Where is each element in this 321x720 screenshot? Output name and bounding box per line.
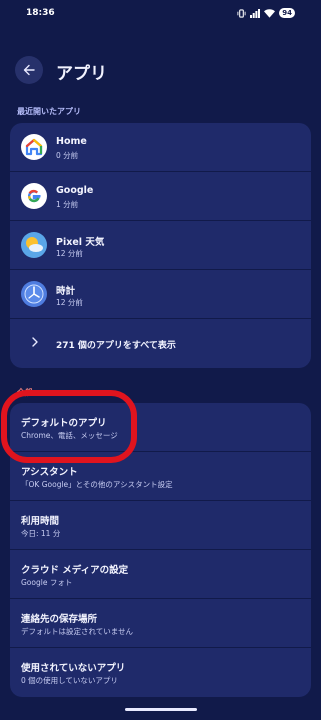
recent-app-item-weather[interactable]: Pixel 天気 12 分前 [10,221,311,270]
status-icons: 94 [237,8,295,18]
weather-icon [21,232,47,258]
app-name: Home [56,136,87,147]
recent-app-item-clock[interactable]: 時計 12 分前 [10,270,311,319]
general-settings-card: デフォルトのアプリ Chrome、電話、メッセージ アシスタント 「OK Goo… [10,403,311,697]
clock-icon [21,281,47,307]
contacts-storage-item[interactable]: 連絡先の保存場所 デフォルトは設定されていません [10,599,311,648]
status-bar: 18:36 94 [0,0,321,48]
recent-apps-card: Home 0 分前 Google 1 分前 Pixel 天気 12 分前 時計 … [10,123,311,368]
battery-indicator: 94 [279,8,295,18]
recent-app-item-home[interactable]: Home 0 分前 [10,123,311,172]
app-name: Google [56,185,94,196]
cloud-media-item[interactable]: クラウド メディアの設定 Google フォト [10,550,311,599]
show-all-apps-label: 271 個のアプリをすべて表示 [56,341,176,351]
gesture-nav-handle[interactable] [125,708,197,711]
page-title: アプリ [56,64,107,84]
app-name: Pixel 天気 [56,237,105,248]
app-last-used: 0 分前 [56,151,79,160]
recent-app-item-google[interactable]: Google 1 分前 [10,172,311,221]
show-all-apps-button[interactable]: 271 個のアプリをすべて表示 [10,319,311,368]
setting-subtitle: Chrome、電話、メッセージ [21,431,118,440]
setting-subtitle: 「OK Google」とその他のアシスタント設定 [21,480,173,489]
setting-title: デフォルトのアプリ [21,418,107,429]
google-home-icon [21,134,47,160]
app-last-used: 1 分前 [56,200,79,209]
setting-subtitle: Google フォト [21,578,73,587]
app-last-used: 12 分前 [56,298,83,307]
google-g-icon [21,183,47,209]
recent-apps-label: 最近開いたアプリ [17,107,81,116]
setting-title: クラウド メディアの設定 [21,565,129,576]
app-name: 時計 [56,286,76,297]
setting-title: 使用されていないアプリ [21,663,126,674]
wifi-icon [264,8,276,18]
arrow-back-icon [23,64,35,76]
setting-subtitle: デフォルトは設定されていません [21,627,134,636]
setting-subtitle: 0 個の使用していないアプリ [21,676,118,685]
vibrate-icon [237,8,246,18]
setting-title: 連絡先の保存場所 [21,614,98,625]
unused-apps-item[interactable]: 使用されていないアプリ 0 個の使用していないアプリ [10,648,311,697]
setting-subtitle: 今日: 11 分 [21,529,61,538]
setting-title: アシスタント [21,467,78,478]
app-last-used: 12 分前 [56,249,83,258]
status-time: 18:36 [26,8,55,18]
default-apps-item[interactable]: デフォルトのアプリ Chrome、電話、メッセージ [10,403,311,452]
back-button[interactable] [15,56,43,84]
general-section-label: 全般 [17,388,33,397]
chevron-right-icon [32,337,38,347]
top-app-bar: アプリ [0,52,321,88]
setting-title: 利用時間 [21,516,60,527]
signal-icon [250,8,261,18]
assistant-item[interactable]: アシスタント 「OK Google」とその他のアシスタント設定 [10,452,311,501]
screen-time-item[interactable]: 利用時間 今日: 11 分 [10,501,311,550]
